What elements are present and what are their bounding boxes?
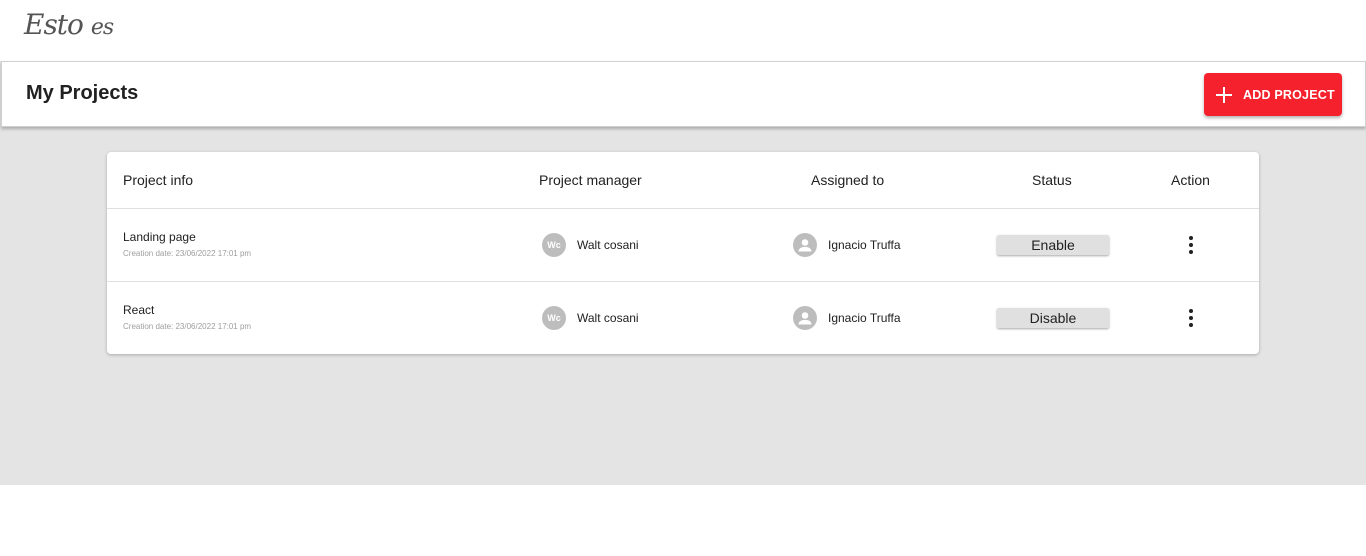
table-row: React Creation date: 23/06/2022 17:01 pm… [107, 282, 1259, 354]
manager-avatar: Wc [542, 233, 566, 257]
manager-name: Walt cosani [577, 238, 639, 252]
more-vert-icon[interactable] [1187, 236, 1195, 254]
table-header: Project info Project manager Assigned to… [107, 152, 1259, 209]
app-logo[interactable]: Esto es [24, 8, 114, 41]
project-name: Landing page [123, 230, 196, 244]
page-content: My Projects ADD PROJECT Project info Pro… [0, 61, 1366, 485]
person-icon [793, 306, 817, 330]
more-vert-icon[interactable] [1187, 309, 1195, 327]
column-header-action: Action [1171, 172, 1210, 188]
logo-suffix-text: es [90, 15, 114, 40]
manager-name: Walt cosani [577, 311, 639, 325]
table-row: Landing page Creation date: 23/06/2022 1… [107, 209, 1259, 282]
project-creation-date: Creation date: 23/06/2022 17:01 pm [123, 249, 252, 258]
project-creation-date: Creation date: 23/06/2022 17:01 pm [123, 322, 252, 331]
person-icon [793, 233, 817, 257]
column-header-assigned-to: Assigned to [811, 172, 885, 188]
projects-table: Project info Project manager Assigned to… [107, 152, 1259, 354]
page-header: My Projects ADD PROJECT [1, 61, 1366, 127]
assignee-name: Ignacio Truffa [828, 238, 901, 252]
add-project-label: ADD PROJECT [1243, 87, 1335, 102]
project-name: React [123, 303, 155, 317]
logo-main-text: Esto [24, 8, 84, 41]
plus-icon [1216, 86, 1232, 103]
column-header-project-manager: Project manager [539, 172, 642, 188]
status-toggle-button[interactable]: Disable [997, 308, 1109, 328]
assignee-name: Ignacio Truffa [828, 311, 901, 325]
column-header-project-info: Project info [123, 172, 194, 188]
manager-avatar: Wc [542, 306, 566, 330]
column-header-status: Status [1032, 172, 1072, 188]
top-bar: Esto es [0, 0, 1366, 61]
page-title: My Projects [26, 82, 139, 104]
status-toggle-button[interactable]: Enable [997, 235, 1109, 255]
add-project-button[interactable]: ADD PROJECT [1204, 73, 1342, 116]
